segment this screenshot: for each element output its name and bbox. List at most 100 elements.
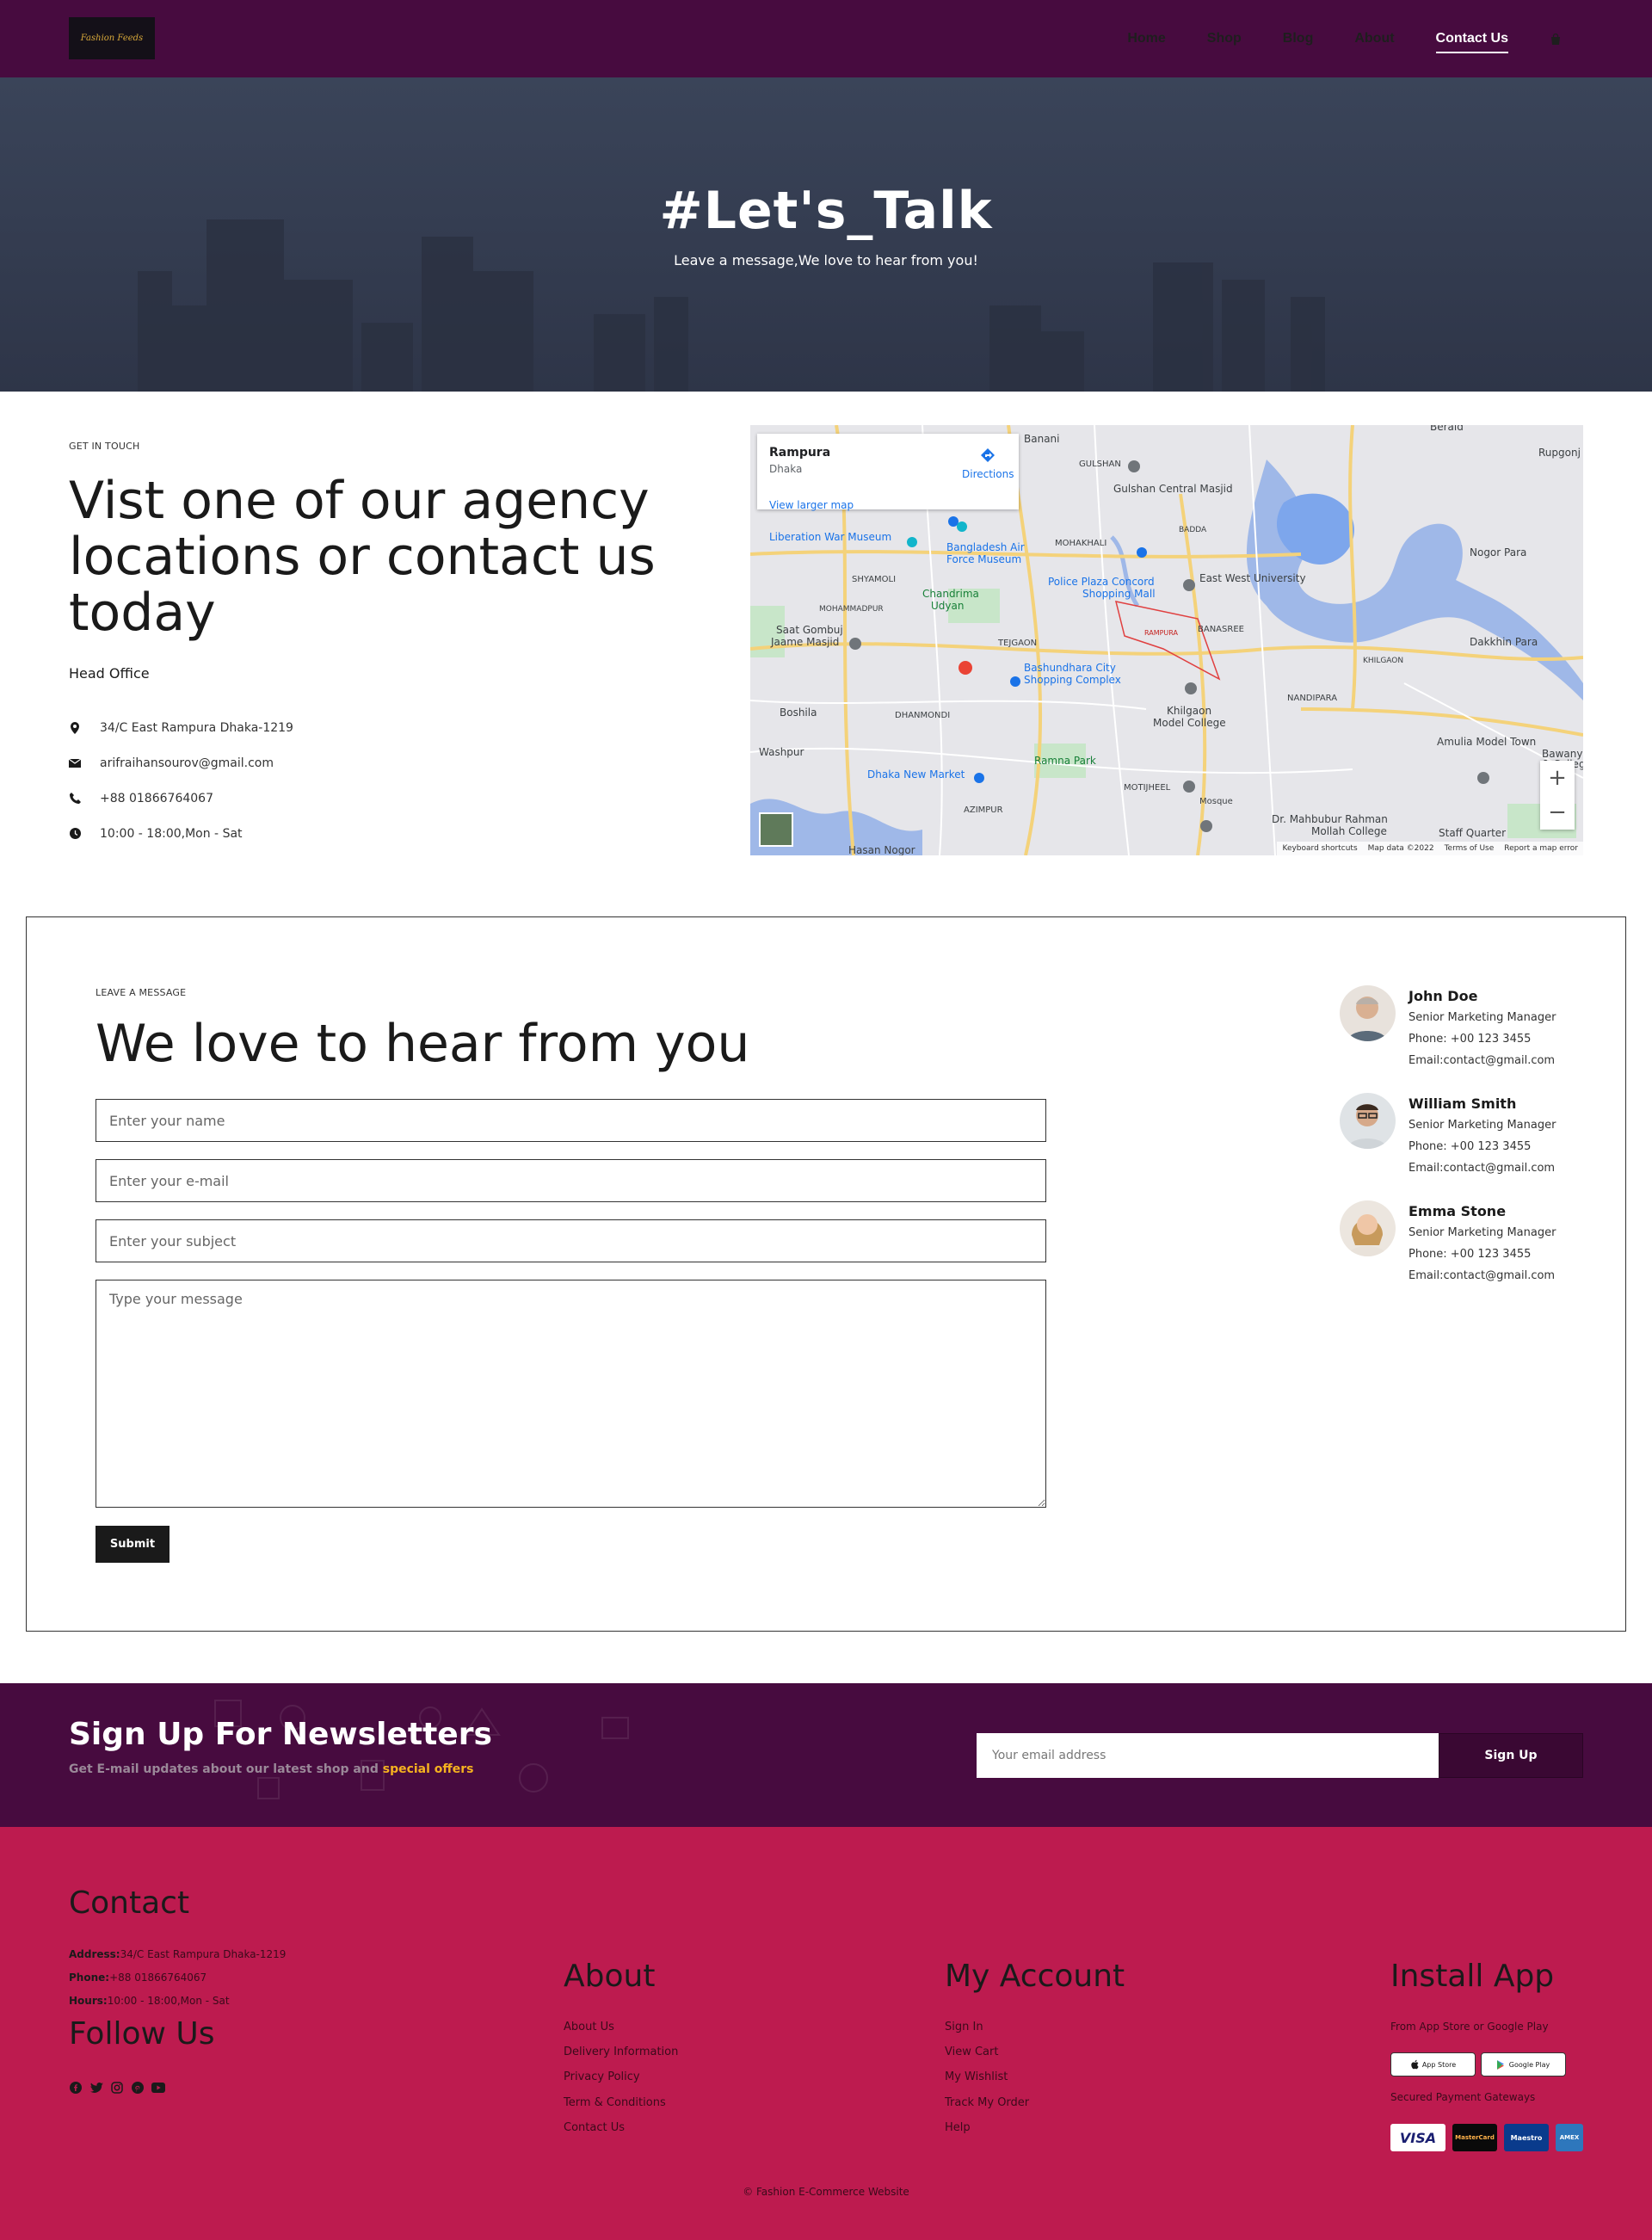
logo[interactable]: Fashion Feeds (69, 17, 155, 59)
instagram-icon[interactable] (110, 2081, 124, 2095)
get-in-touch-label: GET IN TOUCH (69, 441, 140, 452)
svg-text:Mosque: Mosque (1199, 797, 1233, 806)
newsletter-email-input[interactable] (977, 1733, 1439, 1778)
footer-address-text: 34/C East Rampura Dhaka-1219 (120, 1948, 287, 1960)
terms-conditions-link[interactable]: Term & Conditions (564, 2096, 666, 2109)
svg-text:Khilgaon: Khilgaon (1167, 705, 1211, 717)
svg-text:Washpur: Washpur (759, 746, 804, 758)
track-order-link[interactable]: Track My Order (945, 2096, 1029, 2109)
person-card: Emma Stone Senior Marketing Manager Phon… (1340, 1200, 1598, 1295)
app-store-button[interactable]: App Store (1390, 2052, 1476, 2076)
view-larger-map-link[interactable]: View larger map (769, 499, 854, 511)
app-store-label: App Store (1421, 2060, 1457, 2069)
svg-text:Saat Gombuj: Saat Gombuj (776, 624, 843, 636)
svg-text:Nogor Para: Nogor Para (1470, 546, 1526, 558)
svg-text:Police Plaza Concord: Police Plaza Concord (1048, 576, 1155, 588)
maestro-badge: Maestro (1504, 2124, 1549, 2151)
newsletter-subtitle: Get E-mail updates about our latest shop… (69, 1762, 474, 1776)
nav-home-link[interactable]: Home (1127, 31, 1165, 46)
name-input[interactable] (96, 1099, 1046, 1142)
person-role: Senior Marketing Manager (1409, 1226, 1556, 1239)
google-play-button[interactable]: Google Play (1481, 2052, 1566, 2076)
svg-text:Banani: Banani (1024, 433, 1059, 445)
sign-in-link[interactable]: Sign In (945, 2021, 983, 2033)
svg-text:Boshila: Boshila (780, 707, 817, 719)
delivery-information-link[interactable]: Delivery Information (564, 2046, 678, 2058)
mastercard-badge: MasterCard (1452, 2124, 1497, 2151)
person-role: Senior Marketing Manager (1409, 1011, 1556, 1024)
svg-text:Hasan Nogor: Hasan Nogor (848, 844, 915, 855)
sign-up-button[interactable]: Sign Up (1439, 1733, 1583, 1778)
svg-text:Gulshan Central Masjid: Gulshan Central Masjid (1113, 483, 1233, 495)
keyboard-shortcuts-link[interactable]: Keyboard shortcuts (1282, 844, 1357, 853)
footer-address-label: Address: (69, 1948, 120, 1960)
svg-text:Mollah College: Mollah College (1311, 825, 1387, 837)
view-cart-link[interactable]: View Cart (945, 2046, 998, 2058)
youtube-icon[interactable] (151, 2081, 165, 2095)
svg-text:Udyan: Udyan (931, 600, 964, 612)
amex-badge: AMEX (1556, 2124, 1583, 2151)
avatar (1340, 985, 1396, 1041)
address-item: 34/C East Rampura Dhaka-1219 (69, 710, 293, 745)
shopping-bag-icon[interactable] (1550, 33, 1562, 45)
directions-label: Directions (962, 468, 1014, 480)
footer-contact-heading: Contact (69, 1885, 190, 1921)
email-input[interactable] (96, 1159, 1046, 1202)
map-footer: Keyboard shortcuts Map data ©2022 Terms … (1277, 842, 1583, 855)
footer-address: Address:34/C East Rampura Dhaka-1219 (69, 1948, 286, 1960)
my-wishlist-link[interactable]: My Wishlist (945, 2070, 1008, 2083)
head-office-heading: Head Office (69, 665, 150, 682)
help-link[interactable]: Help (945, 2121, 971, 2134)
footer-hours-text: 10:00 - 18:00,Mon - Sat (107, 1995, 230, 2007)
nav-blog-link[interactable]: Blog (1283, 31, 1314, 46)
svg-text:Bashundhara City: Bashundhara City (1024, 662, 1116, 674)
zoom-in-button[interactable]: + (1540, 761, 1575, 795)
svg-text:Force Museum: Force Museum (946, 553, 1021, 565)
svg-text:DHANMONDI: DHANMONDI (895, 711, 950, 720)
footer-phone-text: +88 01866764067 (109, 1972, 207, 1984)
hero-title: #Let's_Talk (659, 181, 993, 241)
avatar (1340, 1093, 1396, 1149)
directions-button[interactable]: Directions (962, 447, 1014, 480)
leave-message-label: LEAVE A MESSAGE (96, 987, 187, 998)
zoom-out-button[interactable]: − (1540, 795, 1575, 830)
svg-text:Staff Quarter: Staff Quarter (1439, 827, 1506, 839)
google-map[interactable]: Banani GULSHAN Gulshan Central Masjid Li… (750, 425, 1583, 855)
svg-text:AZIMPUR: AZIMPUR (964, 805, 1003, 815)
footer-contact-us-link[interactable]: Contact Us (564, 2121, 625, 2134)
nav-contact-link[interactable]: Contact Us (1435, 31, 1509, 53)
pinterest-icon[interactable] (131, 2081, 145, 2095)
map-satellite-toggle[interactable] (759, 812, 793, 847)
email-text: arifraihansourov@gmail.com (100, 756, 274, 770)
nav-shop-link[interactable]: Shop (1207, 31, 1242, 46)
address-text: 34/C East Rampura Dhaka-1219 (100, 720, 293, 735)
svg-text:MOHAKHALI: MOHAKHALI (1055, 539, 1106, 548)
svg-text:MOHAMMADPUR: MOHAMMADPUR (819, 605, 884, 614)
svg-text:Shopping Complex: Shopping Complex (1024, 674, 1121, 686)
twitter-icon[interactable] (89, 2081, 103, 2095)
facebook-icon[interactable] (69, 2081, 83, 2095)
svg-text:Bangladesh Air: Bangladesh Air (946, 541, 1025, 553)
person-email: Email:contact@gmail.com (1409, 1054, 1556, 1067)
about-us-link[interactable]: About Us (564, 2021, 614, 2033)
person-name: William Smith (1409, 1095, 1517, 1112)
footer-about-heading: About (564, 1959, 656, 1994)
svg-text:Beraid: Beraid (1430, 425, 1464, 433)
footer: Contact Address:34/C East Rampura Dhaka-… (0, 1827, 1652, 2240)
svg-text:Dakkhin Para: Dakkhin Para (1470, 636, 1538, 648)
message-textarea[interactable] (96, 1280, 1046, 1508)
map-zoom-controls: + − (1540, 761, 1575, 830)
svg-text:Liberation War Museum: Liberation War Museum (769, 531, 891, 543)
person-email: Email:contact@gmail.com (1409, 1269, 1556, 1282)
hero-banner: #Let's_Talk Leave a message,We love to h… (0, 77, 1652, 392)
nav-about-link[interactable]: About (1354, 31, 1394, 46)
submit-button[interactable]: Submit (96, 1526, 170, 1563)
subject-input[interactable] (96, 1219, 1046, 1262)
footer-hours-label: Hours: (69, 1995, 108, 2007)
report-map-error-link[interactable]: Report a map error (1504, 844, 1578, 853)
visa-badge: VISA (1390, 2124, 1446, 2151)
footer-phone: Phone:+88 01866764067 (69, 1972, 206, 1984)
terms-of-use-link[interactable]: Terms of Use (1445, 844, 1495, 853)
hours-text: 10:00 - 18:00,Mon - Sat (100, 826, 243, 841)
privacy-policy-link[interactable]: Privacy Policy (564, 2070, 640, 2083)
